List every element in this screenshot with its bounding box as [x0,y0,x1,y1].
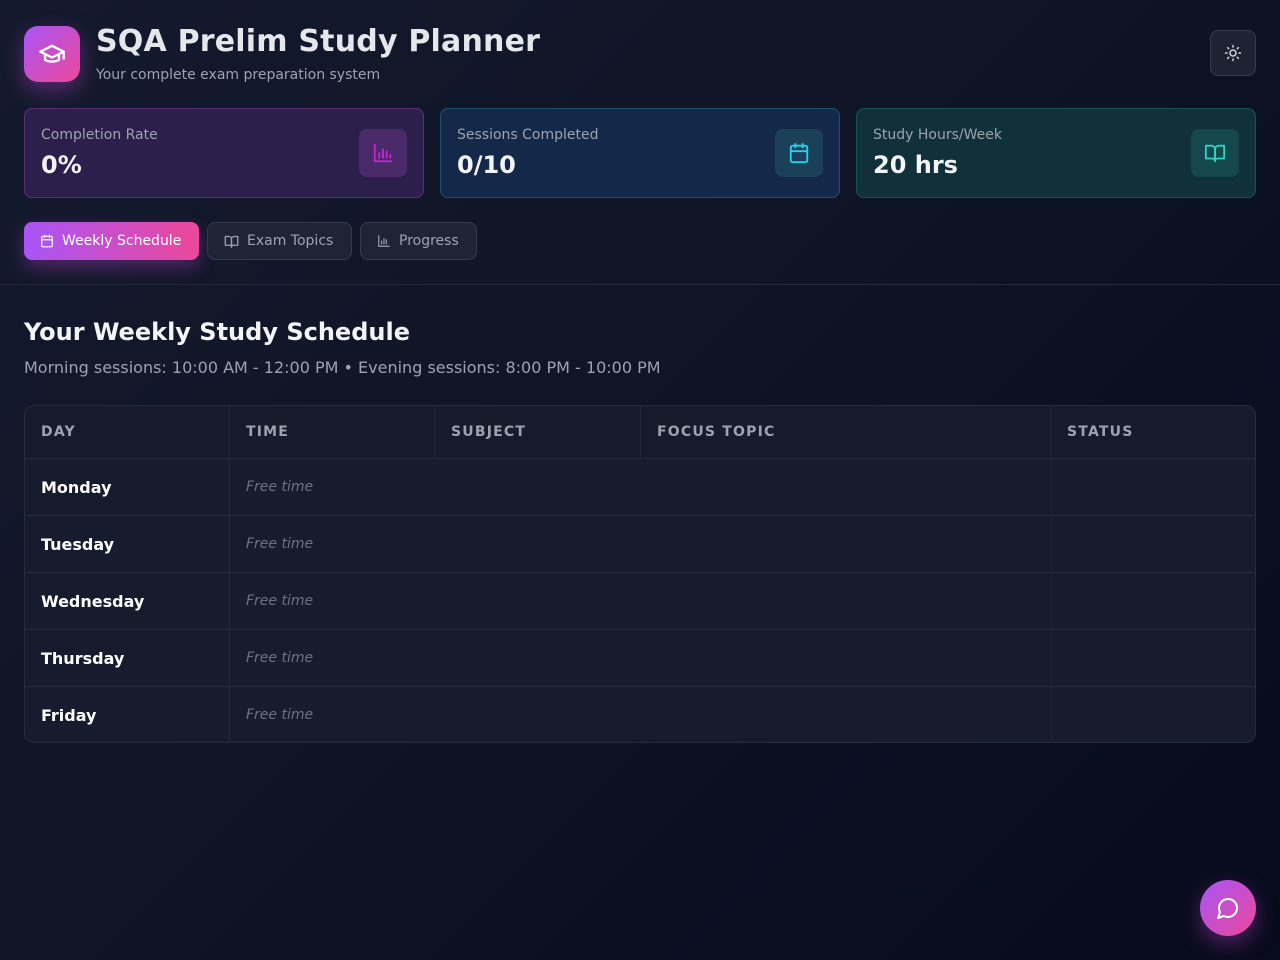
day-cell: Thursday [25,630,230,687]
divider [0,284,1280,285]
column-header-focus-topic: FOCUS TOPIC [641,406,1051,459]
column-header-status: STATUS [1067,424,1134,440]
column-divider [1051,459,1052,516]
stat-card-sessions-completed: Sessions Completed 0/10 [440,108,840,198]
stat-value: 0% [41,151,82,179]
day-cell: Friday [25,687,230,742]
theme-toggle-button[interactable] [1210,30,1256,76]
sun-icon [1224,44,1242,62]
time-cell: Free time [246,479,314,495]
table-row: Tuesday Free time [25,516,1255,573]
chat-bubble-icon [1217,898,1238,919]
tab-weekly-schedule[interactable]: Weekly Schedule [24,222,199,260]
day-cell: Tuesday [25,516,230,573]
tab-label: Progress [399,233,459,249]
table-header: DAY TIME SUBJECT FOCUS TOPIC STATUS [25,406,1255,459]
column-divider [1051,630,1052,687]
table-row: Thursday Free time [25,630,1255,687]
column-divider [1051,573,1052,630]
table-row: Wednesday Free time [25,573,1255,630]
bar-chart-icon [377,234,391,248]
app-title: SQA Prelim Study Planner [96,24,541,59]
header: SQA Prelim Study Planner Your complete e… [24,24,1256,83]
column-divider [1051,516,1052,573]
stat-label: Completion Rate [41,127,158,143]
schedule-title: Your Weekly Study Schedule [24,318,410,346]
day-cell: Wednesday [25,573,230,630]
table-row: Monday Free time [25,459,1255,516]
book-open-icon [1191,129,1239,177]
chat-button[interactable] [1200,880,1256,936]
schedule-subtitle: Morning sessions: 10:00 AM - 12:00 PM • … [24,358,661,377]
bar-chart-icon [359,129,407,177]
tab-progress[interactable]: Progress [360,222,477,260]
column-divider [1051,687,1052,742]
tab-label: Weekly Schedule [62,233,182,249]
stat-label: Study Hours/Week [873,127,1002,143]
stat-card-study-hours: Study Hours/Week 20 hrs [856,108,1256,198]
stats-row: Completion Rate 0% Sessions Completed 0/… [24,108,1256,198]
tab-label: Exam Topics [247,233,334,249]
book-open-icon [224,234,239,249]
time-cell: Free time [246,536,314,552]
time-cell: Free time [246,707,314,723]
day-cell: Monday [25,459,230,516]
stat-value: 0/10 [457,151,516,179]
schedule-table: DAY TIME SUBJECT FOCUS TOPIC STATUS Mond… [24,405,1256,743]
table-row: Friday Free time [25,687,1255,742]
column-header-day: DAY [25,406,230,459]
time-cell: Free time [246,650,314,666]
column-header-time: TIME [230,406,435,459]
graduation-cap-icon [24,26,80,82]
stat-label: Sessions Completed [457,127,599,143]
app-page: SQA Prelim Study Planner Your complete e… [0,0,1280,960]
stat-value: 20 hrs [873,151,958,179]
stat-card-completion-rate: Completion Rate 0% [24,108,424,198]
app-subtitle: Your complete exam preparation system [96,67,381,83]
column-header-subject: SUBJECT [435,406,641,459]
time-cell: Free time [246,593,314,609]
tab-exam-topics[interactable]: Exam Topics [207,222,352,260]
calendar-icon [775,129,823,177]
calendar-icon [40,234,54,248]
